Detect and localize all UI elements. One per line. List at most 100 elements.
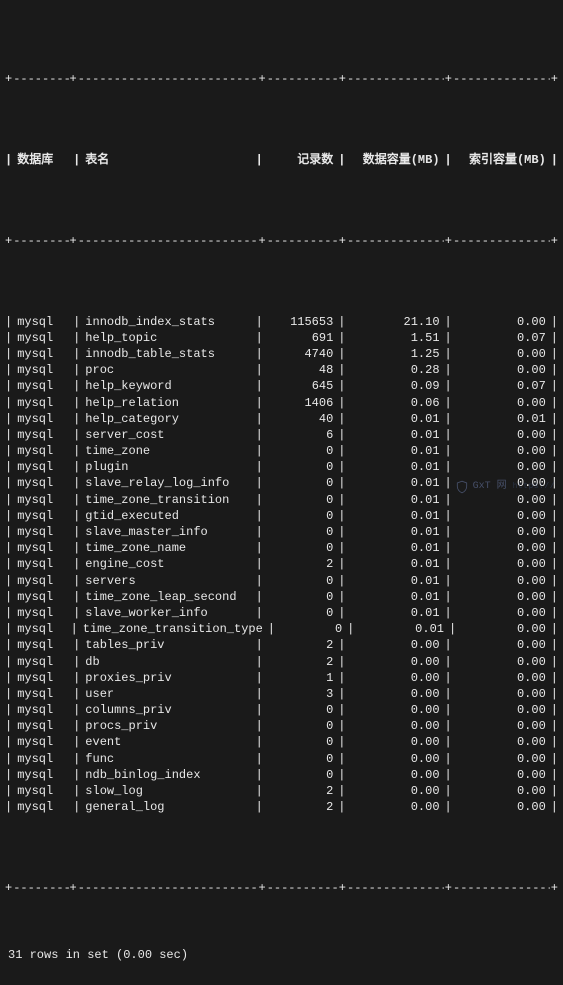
cell-records: 0 [264, 443, 337, 459]
cell-table: plugin [81, 459, 254, 475]
cell-index-mb: 0.00 [453, 573, 550, 589]
cell-records: 0 [264, 702, 337, 718]
cell-index-mb: 0.01 [453, 411, 550, 427]
cell-table: db [81, 654, 254, 670]
cell-table: proxies_priv [81, 670, 254, 686]
table-row: |mysql|procs_priv|0|0.00|0.00| [4, 718, 559, 734]
cell-records: 40 [264, 411, 337, 427]
cell-table: help_keyword [81, 378, 254, 394]
cell-db: mysql [13, 573, 72, 589]
cell-data-mb: 0.01 [347, 459, 444, 475]
table-row: |mysql|proc|48|0.28|0.00| [4, 362, 559, 378]
cell-index-mb: 0.00 [453, 734, 550, 750]
cell-db: mysql [13, 751, 72, 767]
cell-records: 2 [264, 799, 337, 815]
cell-table: columns_priv [81, 702, 254, 718]
cell-index-mb: 0.00 [453, 605, 550, 621]
cell-index-mb: 0.00 [453, 524, 550, 540]
table-row: |mysql|columns_priv|0|0.00|0.00| [4, 702, 559, 718]
cell-data-mb: 21.10 [347, 314, 444, 330]
cell-index-mb: 0.00 [453, 346, 550, 362]
cell-index-mb: 0.00 [453, 443, 550, 459]
table-row: |mysql|db|2|0.00|0.00| [4, 654, 559, 670]
cell-data-mb: 0.00 [347, 734, 444, 750]
cell-db: mysql [13, 427, 72, 443]
cell-db: mysql [13, 589, 72, 605]
cell-table: ndb_binlog_index [81, 767, 254, 783]
table-row: |mysql|proxies_priv|1|0.00|0.00| [4, 670, 559, 686]
table-border-header: +--------+---------------------------+--… [4, 233, 559, 249]
cell-data-mb: 0.01 [347, 556, 444, 572]
table-row: |mysql|help_category|40|0.01|0.01| [4, 411, 559, 427]
cell-db: mysql [13, 540, 72, 556]
table-row: |mysql|help_topic|691|1.51|0.07| [4, 330, 559, 346]
table-row: |mysql|slow_log|2|0.00|0.00| [4, 783, 559, 799]
cell-data-mb: 0.01 [347, 475, 444, 491]
cell-data-mb: 0.00 [347, 783, 444, 799]
cell-records: 691 [264, 330, 337, 346]
table-row: |mysql|user|3|0.00|0.00| [4, 686, 559, 702]
cell-data-mb: 0.28 [347, 362, 444, 378]
cell-records: 0 [264, 605, 337, 621]
cell-index-mb: 0.00 [453, 427, 550, 443]
cell-table: help_relation [81, 395, 254, 411]
cell-index-mb: 0.00 [453, 702, 550, 718]
cell-data-mb: 0.00 [347, 702, 444, 718]
cell-records: 0 [264, 540, 337, 556]
cell-records: 1406 [264, 395, 337, 411]
cell-data-mb: 0.01 [347, 589, 444, 605]
header-table: 表名 [81, 152, 254, 168]
cell-records: 0 [264, 459, 337, 475]
table-row: |mysql|general_log|2|0.00|0.00| [4, 799, 559, 815]
cell-records: 0 [264, 718, 337, 734]
cell-table: slow_log [81, 783, 254, 799]
cell-db: mysql [13, 621, 69, 637]
cell-data-mb: 0.00 [347, 718, 444, 734]
cell-db: mysql [13, 459, 72, 475]
table-row: |mysql|time_zone_name|0|0.01|0.00| [4, 540, 559, 556]
cell-records: 2 [264, 783, 337, 799]
cell-records: 2 [264, 556, 337, 572]
cell-data-mb: 1.25 [347, 346, 444, 362]
cell-db: mysql [13, 799, 72, 815]
table-body: |mysql|innodb_index_stats|115653|21.10|0… [4, 314, 559, 816]
table-border-top: +--------+---------------------------+--… [4, 71, 559, 87]
cell-records: 645 [264, 378, 337, 394]
table-header-row: |数据库 |表名 |记录数 |数据容量(MB) |索引容量(MB) | [4, 152, 559, 168]
cell-data-mb: 0.01 [347, 443, 444, 459]
cell-db: mysql [13, 702, 72, 718]
cell-db: mysql [13, 654, 72, 670]
cell-db: mysql [13, 330, 72, 346]
table-row: |mysql|time_zone|0|0.01|0.00| [4, 443, 559, 459]
cell-index-mb: 0.07 [453, 330, 550, 346]
cell-table: servers [81, 573, 254, 589]
cell-records: 0 [264, 508, 337, 524]
shield-icon [455, 480, 469, 494]
cell-db: mysql [13, 783, 72, 799]
cell-data-mb: 0.01 [347, 427, 444, 443]
cell-index-mb: 0.00 [453, 314, 550, 330]
cell-db: mysql [13, 670, 72, 686]
cell-db: mysql [13, 718, 72, 734]
cell-db: mysql [13, 378, 72, 394]
cell-records: 0 [264, 573, 337, 589]
cell-db: mysql [13, 556, 72, 572]
cell-table: time_zone_name [81, 540, 254, 556]
cell-records: 0 [264, 475, 337, 491]
cell-index-mb: 0.00 [453, 767, 550, 783]
cell-data-mb: 0.01 [355, 621, 448, 637]
table-row: |mysql|innodb_table_stats|4740|1.25|0.00… [4, 346, 559, 362]
table-row: |mysql|plugin|0|0.01|0.00| [4, 459, 559, 475]
table-row: |mysql|tables_priv|2|0.00|0.00| [4, 637, 559, 653]
cell-index-mb: 0.00 [453, 362, 550, 378]
cell-records: 0 [264, 589, 337, 605]
cell-table: user [81, 686, 254, 702]
cell-table: time_zone_leap_second [81, 589, 254, 605]
header-data-mb: 数据容量(MB) [347, 152, 444, 168]
watermark: GxT 网 https:// [455, 480, 555, 494]
cell-index-mb: 0.00 [453, 783, 550, 799]
table-border-bottom: +--------+---------------------------+--… [4, 880, 559, 896]
cell-table: innodb_table_stats [81, 346, 254, 362]
cell-records: 0 [276, 621, 346, 637]
cell-index-mb: 0.00 [453, 508, 550, 524]
